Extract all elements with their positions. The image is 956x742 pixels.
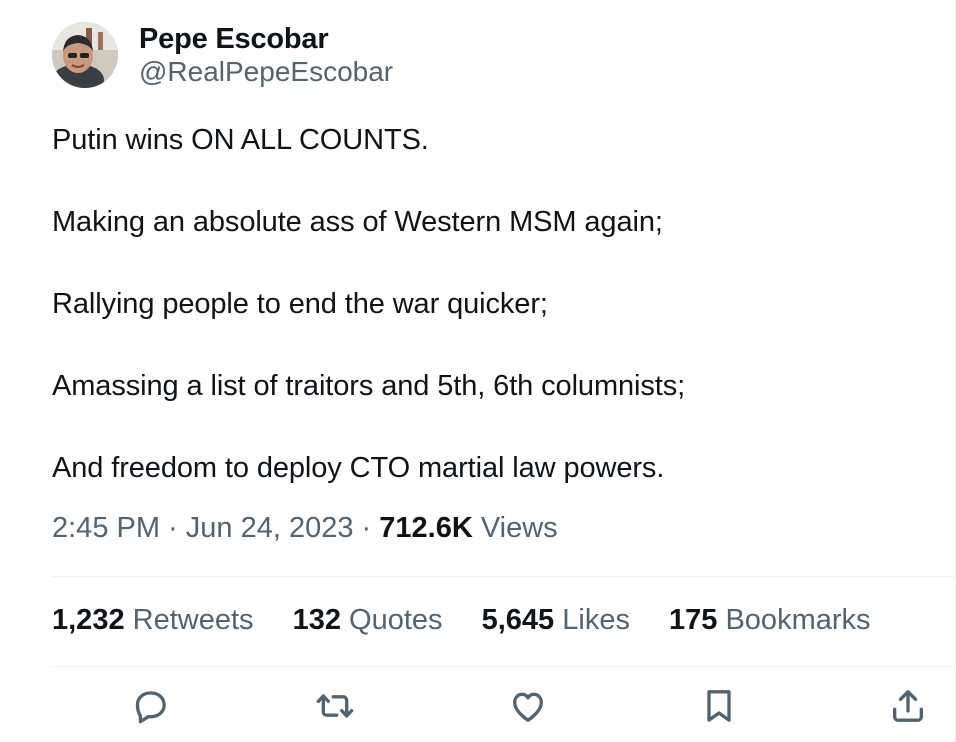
retweets-count: 1,232 — [52, 604, 125, 636]
tweet-meta: 2:45 PM · Jun 24, 2023 · 712.6K Views — [52, 510, 558, 546]
divider — [52, 666, 956, 667]
likes-stat[interactable]: 5,645 Likes — [482, 602, 630, 638]
bookmarks-label: Bookmarks — [717, 604, 871, 636]
bookmark-button[interactable] — [697, 684, 741, 728]
heart-icon — [513, 692, 543, 722]
share-icon — [893, 690, 923, 722]
likes-label: Likes — [554, 604, 630, 636]
tweet-line: Making an absolute ass of Western MSM ag… — [52, 206, 663, 238]
reply-icon — [135, 691, 166, 724]
meta-separator: · — [160, 512, 186, 544]
likes-count: 5,645 — [481, 604, 555, 636]
retweet-button[interactable] — [313, 684, 357, 728]
tweet-text: Putin wins ON ALL COUNTS. Making an abso… — [52, 120, 932, 530]
views-count: 712.6K — [379, 512, 473, 544]
views-label: Views — [472, 512, 558, 544]
engagement-stats: 1,232 Retweets 132 Quotes 5,645 Likes 17… — [52, 602, 902, 638]
tweet-card: Pepe Escobar @RealPepeEscobar Putin wins… — [0, 0, 956, 742]
retweets-label: Retweets — [124, 604, 254, 636]
quotes-count: 132 — [292, 604, 341, 636]
quotes-label: Quotes — [340, 604, 443, 636]
meta-separator: · — [353, 512, 380, 544]
share-button[interactable] — [886, 684, 930, 728]
retweet-icon — [316, 694, 354, 718]
tweet-line: Amassing a list of traitors and 5th, 6th… — [52, 370, 686, 402]
tweet-date[interactable]: Jun 24, 2023 — [186, 512, 354, 544]
retweets-stat[interactable]: 1,232 Retweets — [52, 602, 254, 638]
like-button[interactable] — [506, 684, 550, 728]
author-handle[interactable]: @RealPepeEscobar — [139, 56, 393, 88]
bookmark-icon — [707, 690, 731, 722]
divider — [52, 576, 956, 577]
tweet-line: Rallying people to end the war quicker; — [52, 288, 548, 320]
bookmarks-stat[interactable]: 175 Bookmarks — [669, 602, 871, 638]
avatar[interactable] — [52, 22, 118, 88]
reply-button[interactable] — [128, 684, 172, 728]
tweet-line: Putin wins ON ALL COUNTS. — [52, 124, 429, 156]
tweet-time[interactable]: 2:45 PM — [52, 512, 160, 544]
quotes-stat[interactable]: 132 Quotes — [293, 602, 443, 638]
bookmarks-count: 175 — [669, 604, 718, 636]
author-name[interactable]: Pepe Escobar — [139, 22, 329, 56]
